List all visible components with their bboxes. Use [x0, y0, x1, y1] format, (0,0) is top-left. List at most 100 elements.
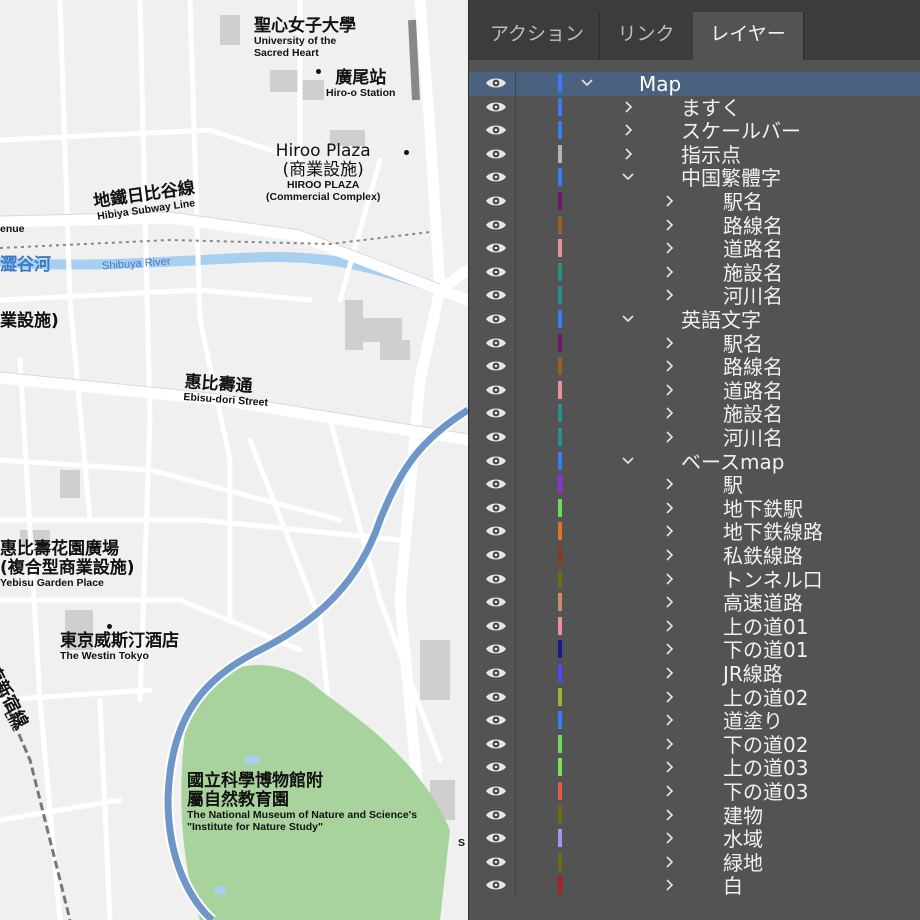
layer-name[interactable]: 地下鉄駅	[723, 497, 803, 521]
layer-name[interactable]: 下の道02	[723, 733, 808, 757]
visibility-eye-icon[interactable]	[485, 383, 507, 397]
chevron-right-icon[interactable]	[662, 265, 676, 279]
chevron-right-icon[interactable]	[662, 831, 676, 845]
chevron-right-icon[interactable]	[662, 808, 676, 822]
layer-row[interactable]: 下の道01	[469, 638, 920, 662]
tab-links[interactable]: リンク	[599, 12, 694, 60]
layer-name[interactable]: 河川名	[723, 284, 783, 308]
chevron-right-icon[interactable]	[621, 123, 635, 137]
layer-row[interactable]: 白	[469, 874, 920, 898]
layer-row[interactable]: 駅名	[469, 190, 920, 214]
visibility-eye-icon[interactable]	[485, 524, 507, 538]
layer-name[interactable]: 道路名	[723, 237, 783, 261]
layer-name[interactable]: 上の道02	[723, 686, 808, 710]
chevron-right-icon[interactable]	[662, 241, 676, 255]
chevron-right-icon[interactable]	[662, 642, 676, 656]
visibility-eye-icon[interactable]	[485, 784, 507, 798]
visibility-eye-icon[interactable]	[485, 241, 507, 255]
layer-row[interactable]: Map	[469, 72, 920, 96]
visibility-eye-icon[interactable]	[485, 855, 507, 869]
visibility-eye-icon[interactable]	[485, 878, 507, 892]
layer-name[interactable]: 路線名	[723, 355, 783, 379]
layer-name[interactable]: 路線名	[723, 214, 783, 238]
chevron-right-icon[interactable]	[662, 218, 676, 232]
chevron-right-icon[interactable]	[662, 737, 676, 751]
chevron-right-icon[interactable]	[662, 359, 676, 373]
chevron-right-icon[interactable]	[662, 760, 676, 774]
layer-row[interactable]: 駅名	[469, 331, 920, 356]
layer-row[interactable]: 中国繁體字	[469, 166, 920, 190]
layer-name[interactable]: 道塗り	[723, 709, 783, 733]
visibility-eye-icon[interactable]	[485, 312, 507, 326]
layer-name[interactable]: 指示点	[681, 143, 741, 167]
visibility-eye-icon[interactable]	[485, 454, 507, 468]
layer-row[interactable]: 建物	[469, 803, 920, 828]
layer-name[interactable]: スケールバー	[681, 119, 801, 143]
chevron-right-icon[interactable]	[662, 406, 676, 420]
visibility-eye-icon[interactable]	[485, 713, 507, 727]
layer-name[interactable]: Map	[639, 72, 681, 96]
layer-name[interactable]: 駅名	[723, 332, 763, 356]
layer-name[interactable]: トンネル口	[723, 568, 823, 592]
chevron-right-icon[interactable]	[662, 430, 676, 444]
layer-name[interactable]: 駅	[723, 473, 743, 497]
visibility-eye-icon[interactable]	[485, 336, 507, 350]
layer-name[interactable]: 緑地	[723, 851, 763, 875]
layer-row[interactable]: ますく	[469, 95, 920, 120]
layer-name[interactable]: 上の道01	[723, 615, 808, 639]
layer-row[interactable]: トンネル口	[469, 567, 920, 592]
visibility-eye-icon[interactable]	[485, 737, 507, 751]
layer-row[interactable]: 路線名	[469, 355, 920, 379]
layer-name[interactable]: 建物	[723, 804, 763, 828]
layer-name[interactable]: JR線路	[723, 662, 783, 686]
chevron-right-icon[interactable]	[662, 572, 676, 586]
layer-row[interactable]: 指示点	[469, 142, 920, 167]
layer-name[interactable]: 施設名	[723, 261, 783, 285]
visibility-eye-icon[interactable]	[485, 194, 507, 208]
chevron-right-icon[interactable]	[662, 619, 676, 633]
chevron-right-icon[interactable]	[662, 524, 676, 538]
visibility-eye-icon[interactable]	[485, 123, 507, 137]
layer-name[interactable]: 私鉄線路	[723, 544, 803, 568]
chevron-right-icon[interactable]	[662, 878, 676, 892]
visibility-eye-icon[interactable]	[485, 595, 507, 609]
layer-name[interactable]: 下の道03	[723, 780, 808, 804]
visibility-eye-icon[interactable]	[485, 760, 507, 774]
visibility-eye-icon[interactable]	[485, 406, 507, 420]
visibility-eye-icon[interactable]	[485, 288, 507, 302]
layer-row[interactable]: 上の道03	[469, 756, 920, 780]
visibility-eye-icon[interactable]	[485, 359, 507, 373]
layer-row[interactable]: 上の道02	[469, 685, 920, 710]
layer-name[interactable]: 施設名	[723, 402, 783, 426]
chevron-right-icon[interactable]	[662, 288, 676, 302]
chevron-right-icon[interactable]	[662, 501, 676, 515]
visibility-eye-icon[interactable]	[485, 666, 507, 680]
visibility-eye-icon[interactable]	[485, 170, 507, 184]
chevron-right-icon[interactable]	[621, 147, 635, 161]
layer-name[interactable]: 下の道01	[723, 638, 808, 662]
layer-name[interactable]: 高速道路	[723, 591, 803, 615]
visibility-eye-icon[interactable]	[485, 572, 507, 586]
layer-row[interactable]: 駅	[469, 473, 920, 497]
chevron-right-icon[interactable]	[662, 477, 676, 491]
visibility-eye-icon[interactable]	[485, 690, 507, 704]
layer-row[interactable]: 上の道01	[469, 614, 920, 639]
layer-name[interactable]: ベースmap	[681, 450, 784, 474]
layer-name[interactable]: 水域	[723, 827, 763, 851]
layer-row[interactable]: ベースmap	[469, 449, 920, 474]
layer-name[interactable]: 地下鉄線路	[723, 520, 823, 544]
layer-row[interactable]: 路線名	[469, 213, 920, 238]
tab-actions[interactable]: アクション	[475, 12, 600, 60]
layer-name[interactable]: 道路名	[723, 379, 783, 403]
chevron-down-icon[interactable]	[621, 170, 635, 184]
layer-name[interactable]: ますく	[681, 96, 741, 120]
layer-name[interactable]: 中国繁體字	[681, 166, 781, 190]
chevron-right-icon[interactable]	[662, 595, 676, 609]
chevron-down-icon[interactable]	[621, 312, 635, 326]
layer-row[interactable]: 道路名	[469, 237, 920, 261]
layer-row[interactable]: 河川名	[469, 426, 920, 450]
chevron-right-icon[interactable]	[662, 784, 676, 798]
visibility-eye-icon[interactable]	[485, 218, 507, 232]
visibility-eye-icon[interactable]	[485, 100, 507, 114]
layer-row[interactable]: JR線路	[469, 662, 920, 686]
